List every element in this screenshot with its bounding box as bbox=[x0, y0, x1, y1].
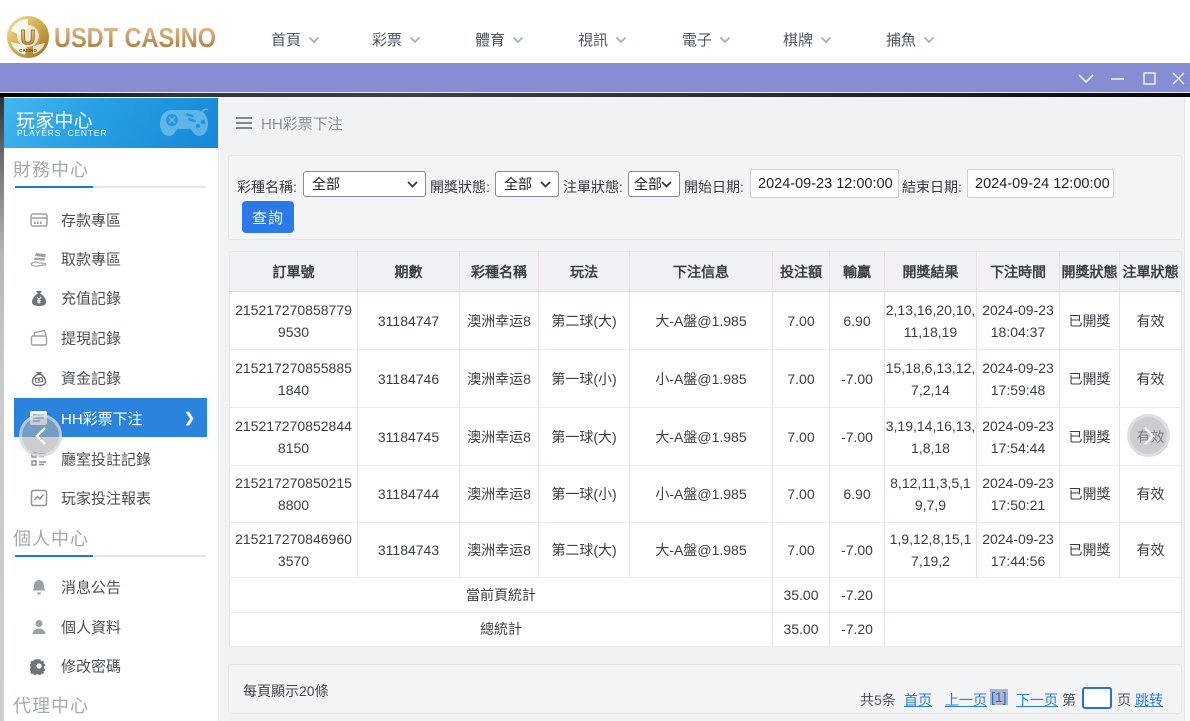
svg-text:U: U bbox=[20, 27, 35, 50]
svg-text:CASINO: CASINO bbox=[19, 48, 37, 53]
